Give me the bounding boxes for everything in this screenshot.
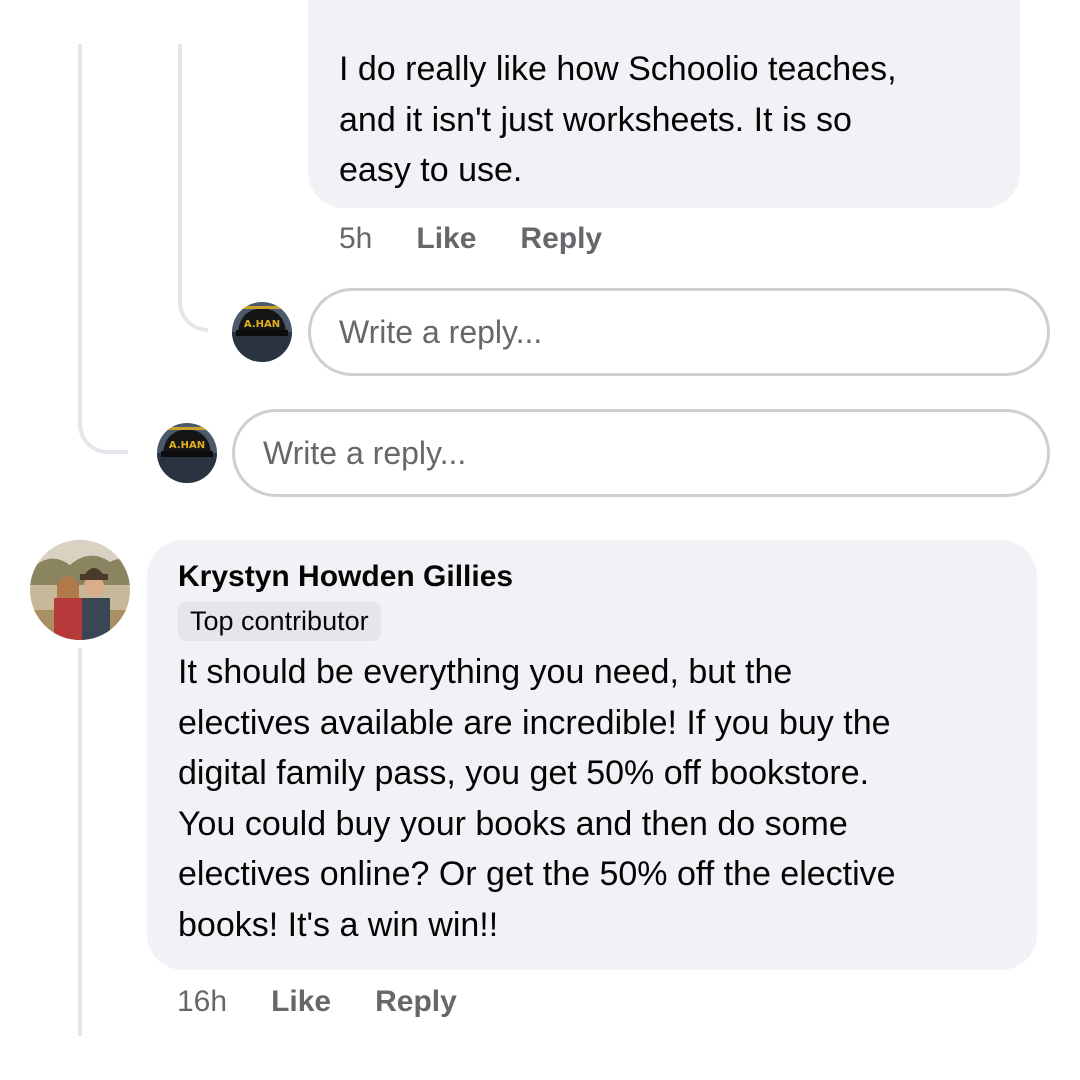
previous-reply-actions: 5h Like Reply (339, 222, 646, 256)
comment-time: 16h (177, 985, 228, 1018)
user-avatar-image: A.HAN (232, 302, 292, 362)
comment-like-button[interactable]: Like (271, 985, 331, 1019)
previous-reply-bubble: I do really like how Schoolio teaches, a… (308, 0, 1020, 208)
previous-reply-reply-button[interactable]: Reply (520, 222, 602, 256)
previous-reply-like-button[interactable]: Like (416, 222, 476, 256)
commenter-avatar-image (30, 540, 130, 640)
outer-thread-curve (78, 410, 128, 454)
top-contributor-badge: Top contributor (178, 602, 381, 641)
previous-reply-time: 5h (339, 222, 373, 255)
inner-thread-line (178, 44, 182, 294)
user-avatar[interactable]: A.HAN (232, 302, 292, 362)
outer-thread-line (78, 44, 82, 414)
comment-bubble: Krystyn Howden Gillies Top contributor I… (147, 540, 1037, 970)
avatar-hat-text: A.HAN (244, 319, 280, 330)
thread-reply-input[interactable]: Write a reply... (232, 409, 1050, 497)
user-avatar-image: A.HAN (157, 423, 217, 483)
previous-reply-text: I do really like how Schoolio teaches, a… (339, 50, 897, 189)
inner-thread-curve (178, 290, 208, 332)
nested-reply-input[interactable]: Write a reply... (308, 288, 1050, 376)
avatar-hat-text: A.HAN (169, 440, 205, 451)
comment-thread-line (78, 648, 82, 1036)
comment-author-name[interactable]: Krystyn Howden Gillies (178, 560, 1017, 594)
comment-reply-button[interactable]: Reply (375, 985, 457, 1019)
thread-reply-placeholder: Write a reply... (263, 434, 467, 471)
comment-text: It should be everything you need, but th… (178, 653, 896, 944)
user-avatar[interactable]: A.HAN (157, 423, 217, 483)
commenter-avatar[interactable] (30, 540, 130, 640)
nested-reply-placeholder: Write a reply... (339, 313, 543, 350)
comment-actions: 16h Like Reply (177, 985, 501, 1019)
